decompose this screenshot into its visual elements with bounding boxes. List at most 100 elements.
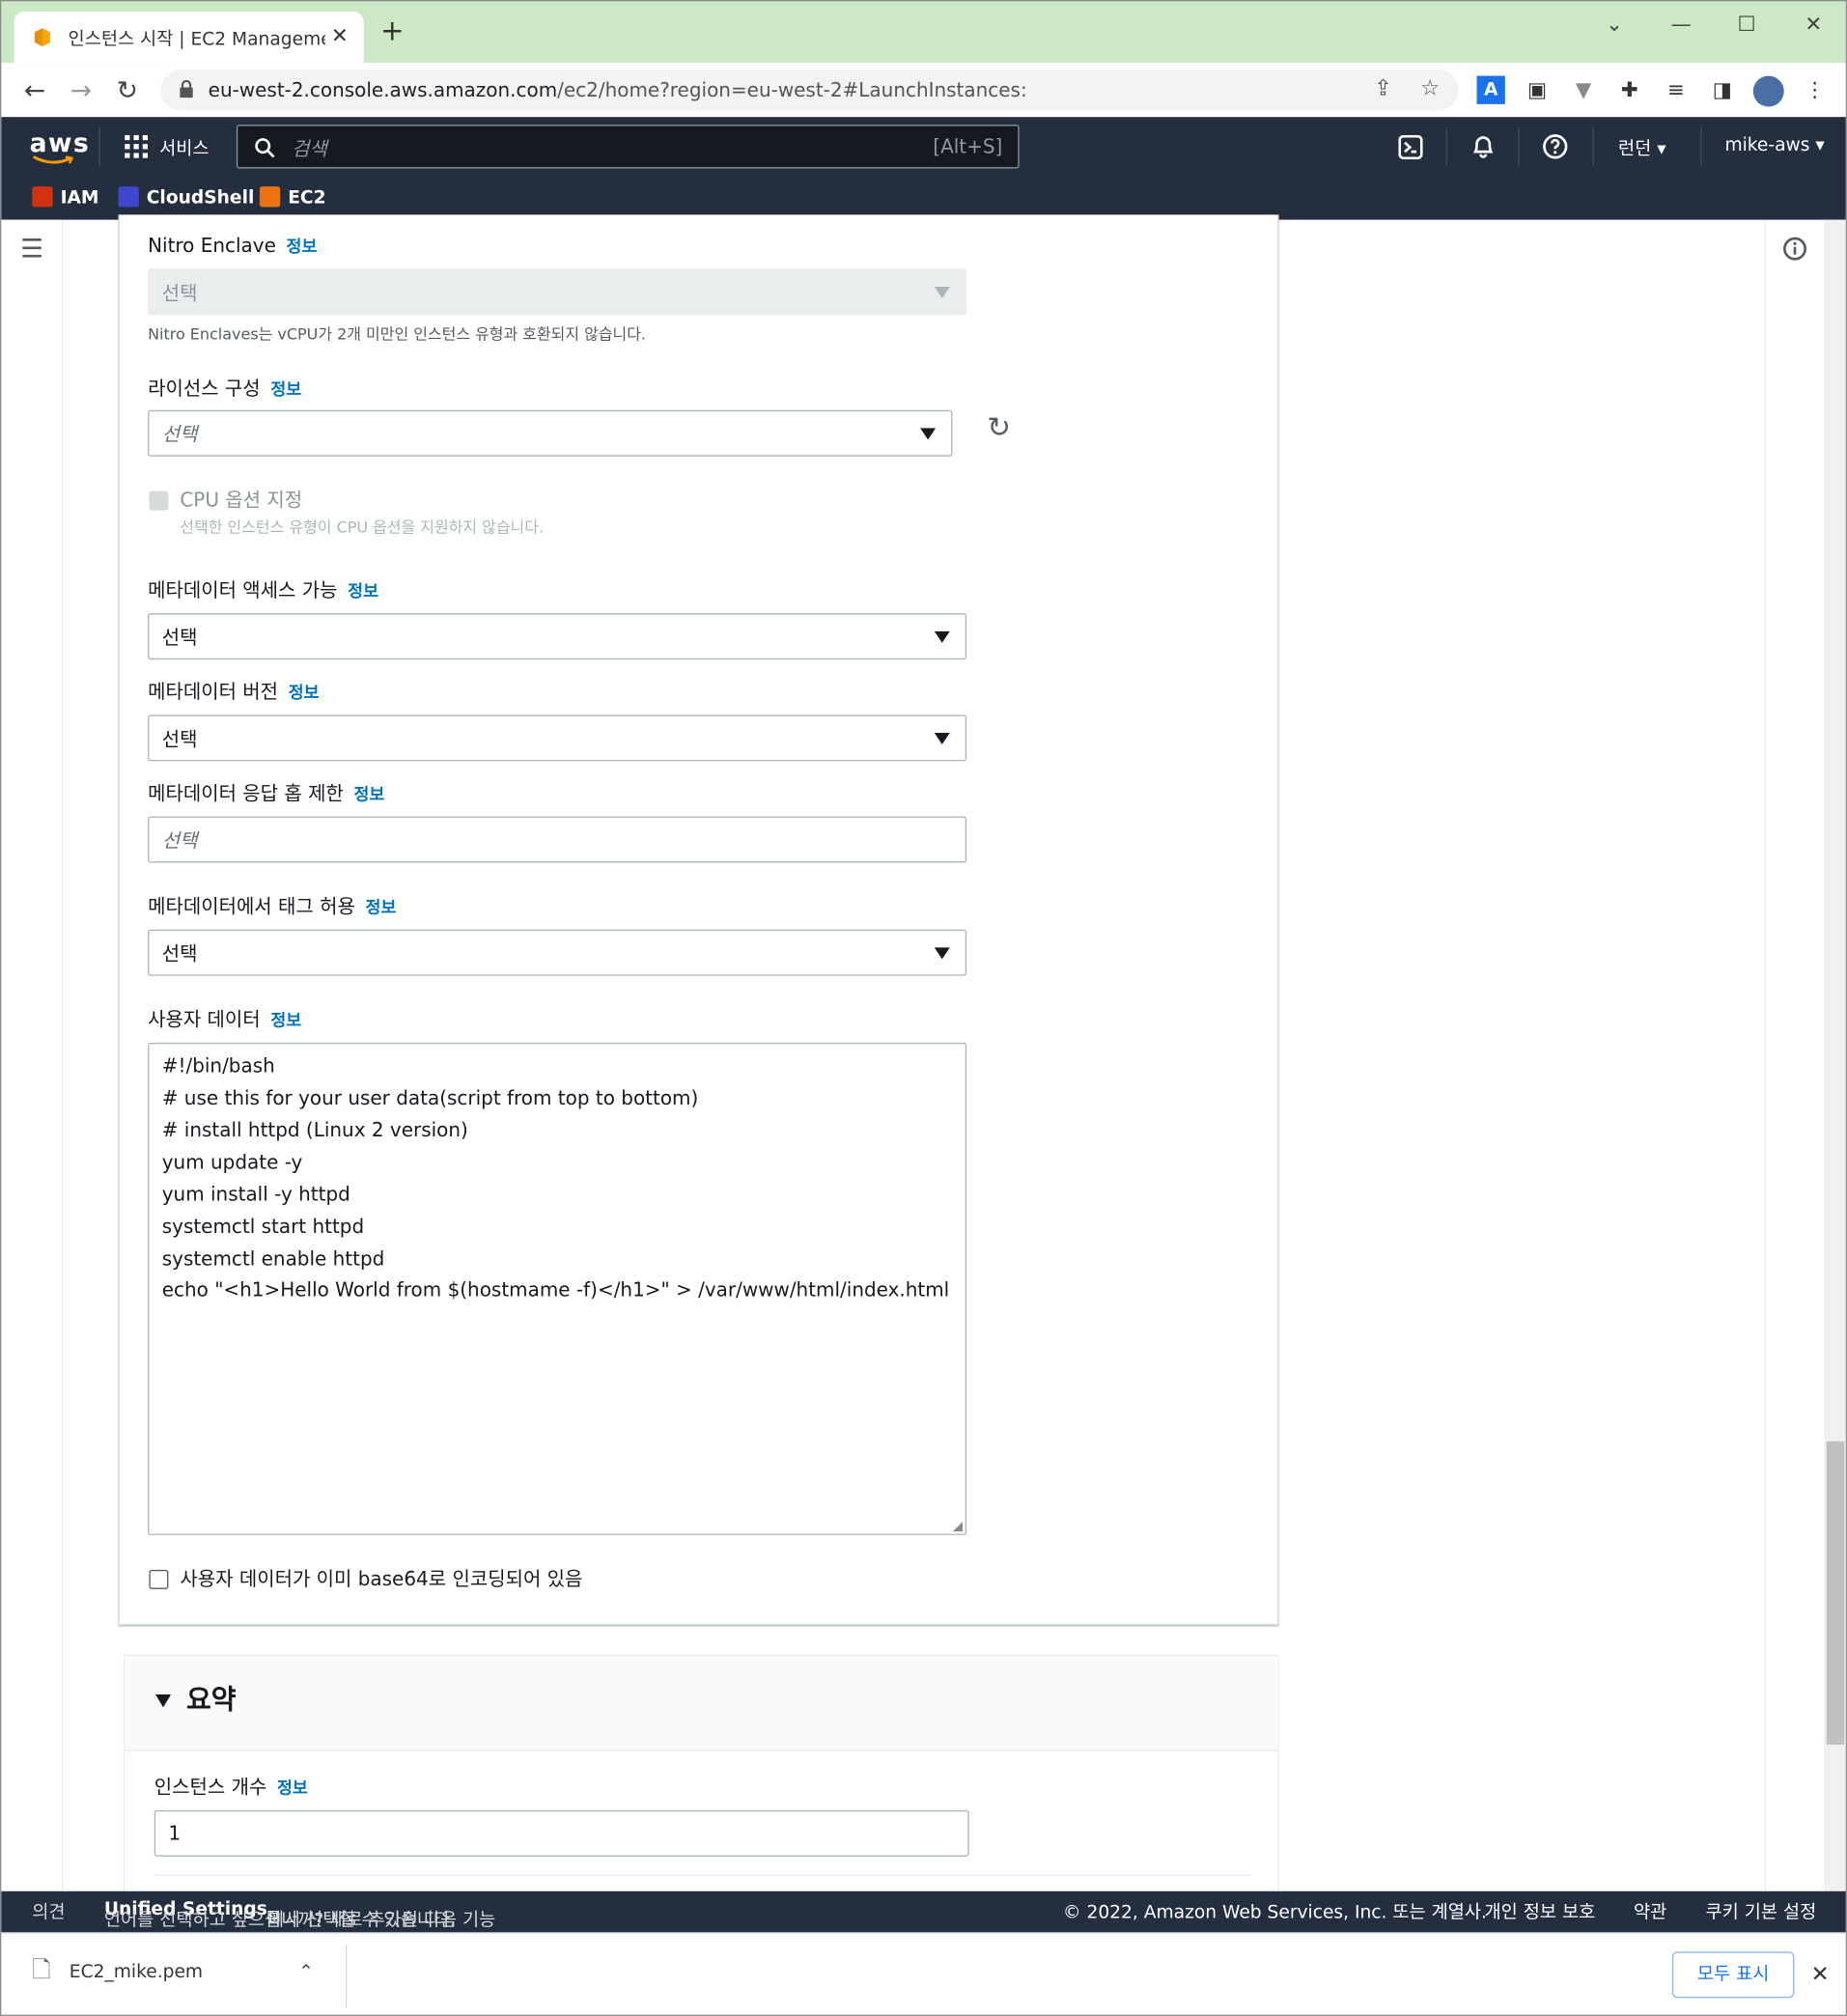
share-icon[interactable]: ⇪	[1374, 76, 1392, 102]
aws-smile-icon	[32, 155, 73, 164]
download-item[interactable]: 🗋 EC2_mike.pem ⌃	[32, 1954, 314, 1993]
region-selector[interactable]: 런던 ▾	[1618, 135, 1666, 161]
info-link[interactable]: 정보	[277, 1779, 308, 1799]
userdata-line: # use this for your user data(script fro…	[161, 1086, 699, 1110]
cloudshell-service-icon	[118, 186, 139, 208]
extensions-puzzle-icon[interactable]: ✚	[1615, 76, 1643, 104]
grid-icon	[125, 134, 149, 158]
ec2-icon	[259, 186, 281, 208]
chevron-up-icon[interactable]: ⌃	[298, 1962, 314, 1982]
hamburger-menu-icon[interactable]: ☰	[20, 233, 43, 264]
feedback-link[interactable]: 의견	[32, 1899, 65, 1925]
chevron-down-icon	[934, 733, 950, 744]
aws-footer: 의견 언어를 선택하고 싶으십니까? 새로 추가된 다음 기능 Unified S…	[1, 1890, 1846, 1933]
services-menu[interactable]: 서비스	[125, 134, 210, 161]
info-link[interactable]: 정보	[289, 684, 320, 703]
window-close-icon[interactable]: ✕	[1794, 12, 1833, 36]
close-tab-icon[interactable]: ✕	[331, 23, 349, 47]
chevron-down-icon	[934, 286, 950, 298]
browser-tabstrip: 인스턴스 시작 | EC2 Management ✕ + ⌄ — ☐ ✕	[1, 1, 1846, 64]
show-all-button[interactable]: 모두 표시	[1671, 1951, 1795, 1999]
metadata-access-select[interactable]: 선택	[148, 613, 967, 660]
browser-toolbar: ← → ↻ eu-west-2.console.aws.amazon.com/e…	[1, 63, 1846, 118]
nitro-hint: Nitro Enclaves는 vCPU가 2개 미만인 인스턴스 유형과 호환…	[148, 324, 646, 344]
bookmark-star-icon[interactable]: ☆	[1420, 76, 1440, 102]
metadata-hop-input[interactable]: 선택	[148, 816, 967, 863]
help-icon[interactable]	[1542, 133, 1568, 159]
back-icon[interactable]: ←	[15, 70, 54, 109]
browser-tab[interactable]: 인스턴스 시작 | EC2 Management ✕	[14, 11, 364, 64]
metadata-access-label: 메타데이터 액세스 가능 정보	[148, 578, 378, 602]
info-link[interactable]: 정보	[366, 899, 397, 918]
language-notice: 언어를 선택하고 싶으십니까? 새로 추가된 다음 기능 Unified Sett…	[103, 1898, 496, 1932]
instance-count-label: 인스턴스 개수 정보	[154, 1775, 308, 1799]
tab-title: 인스턴스 시작 | EC2 Management	[68, 29, 325, 50]
forward-icon[interactable]: →	[62, 70, 100, 109]
info-link[interactable]: 정보	[348, 582, 378, 602]
search-input[interactable]: 검색 [Alt+S]	[236, 125, 1020, 169]
userdata-label: 사용자 데이터 정보	[148, 1007, 302, 1031]
instance-count-input[interactable]: 1	[154, 1809, 969, 1857]
side-panel-icon[interactable]: ◨	[1708, 76, 1736, 104]
lock-icon	[180, 79, 193, 98]
right-rail	[1764, 219, 1824, 1891]
minimize-icon[interactable]: —	[1662, 12, 1700, 36]
close-download-bar-icon[interactable]: ✕	[1811, 1962, 1830, 1988]
info-link[interactable]: 정보	[353, 786, 384, 805]
caret-down-icon	[155, 1694, 172, 1708]
favorite-cloudshell[interactable]: CloudShell	[118, 186, 254, 209]
services-label: 서비스	[159, 138, 210, 160]
profile-avatar[interactable]	[1752, 75, 1784, 107]
search-placeholder: 검색	[292, 137, 327, 161]
metadata-tags-select[interactable]: 선택	[148, 929, 967, 976]
aws-global-nav: aws 서비스 검색 [Alt+S] 런던 ▾ mike-aws ▾ IAM C…	[1, 117, 1846, 220]
download-bar: 🗋 EC2_mike.pem ⌃ 모두 표시 ✕	[1, 1932, 1846, 2015]
metadata-version-select[interactable]: 선택	[148, 714, 967, 762]
cloudshell-icon[interactable]	[1398, 134, 1423, 160]
userdata-line: # install httpd (Linux 2 version)	[161, 1118, 468, 1142]
account-menu[interactable]: mike-aws ▾	[1724, 135, 1824, 155]
cookies-link[interactable]: 쿠키 기본 설정	[1706, 1899, 1817, 1925]
userdata-line: yum install -y httpd	[161, 1183, 350, 1207]
favorite-iam[interactable]: IAM	[32, 186, 98, 209]
copyright-text: © 2022, Amazon Web Services, Inc. 또는 계열사…	[1062, 1902, 1487, 1924]
reading-list-icon[interactable]: ≡	[1662, 76, 1690, 104]
userdata-line: #!/bin/bash	[161, 1053, 275, 1078]
chevron-down-icon	[934, 630, 950, 643]
favorite-ec2[interactable]: EC2	[259, 186, 326, 209]
vue-extension-icon[interactable]: ▼	[1569, 76, 1597, 104]
translate-extension-icon[interactable]: A	[1476, 75, 1505, 104]
info-link[interactable]: 정보	[287, 238, 318, 257]
cpu-options-hint: 선택한 인스턴스 유형이 CPU 옵션을 지원하지 않습니다.	[180, 518, 545, 537]
aws-logo[interactable]: aws	[30, 127, 90, 158]
scrollbar-thumb[interactable]	[1826, 1441, 1845, 1745]
metadata-hop-label: 메타데이터 응답 홉 제한 정보	[148, 781, 385, 805]
search-icon	[255, 138, 275, 158]
refresh-icon[interactable]: ↻	[987, 412, 1011, 444]
screenshot-extension-icon[interactable]: ▣	[1523, 76, 1551, 104]
notifications-bell-icon[interactable]	[1470, 133, 1497, 159]
iam-icon	[32, 186, 53, 208]
privacy-link[interactable]: 개인 정보 보호	[1485, 1899, 1596, 1925]
chevron-down-icon	[934, 947, 950, 960]
userdata-textarea[interactable]: #!/bin/bash # use this for your user dat…	[148, 1042, 967, 1535]
tab-search-icon[interactable]: ⌄	[1595, 12, 1634, 36]
license-select[interactable]: 선택	[148, 409, 953, 457]
new-tab-icon[interactable]: +	[380, 17, 405, 45]
info-link[interactable]: 정보	[270, 1012, 301, 1031]
maximize-icon[interactable]: ☐	[1727, 12, 1766, 36]
menu-kebab-icon[interactable]: ⋮	[1801, 76, 1829, 104]
info-link[interactable]: 정보	[270, 380, 301, 400]
resize-handle-icon[interactable]: ◢	[953, 1520, 963, 1534]
reload-icon[interactable]: ↻	[108, 70, 147, 109]
file-icon: 🗋	[32, 1956, 51, 1984]
search-shortcut: [Alt+S]	[933, 134, 1003, 158]
terms-link[interactable]: 약관	[1634, 1899, 1666, 1925]
summary-header[interactable]: 요약	[125, 1656, 1278, 1751]
address-bar[interactable]: eu-west-2.console.aws.amazon.com/ec2/hom…	[160, 69, 1459, 111]
cpu-options-checkbox	[149, 490, 169, 511]
nitro-enclave-select: 선택	[148, 268, 967, 316]
userdata-line: systemctl start httpd	[161, 1215, 365, 1239]
info-panel-icon[interactable]	[1782, 237, 1807, 261]
base64-checkbox[interactable]	[149, 1569, 169, 1589]
